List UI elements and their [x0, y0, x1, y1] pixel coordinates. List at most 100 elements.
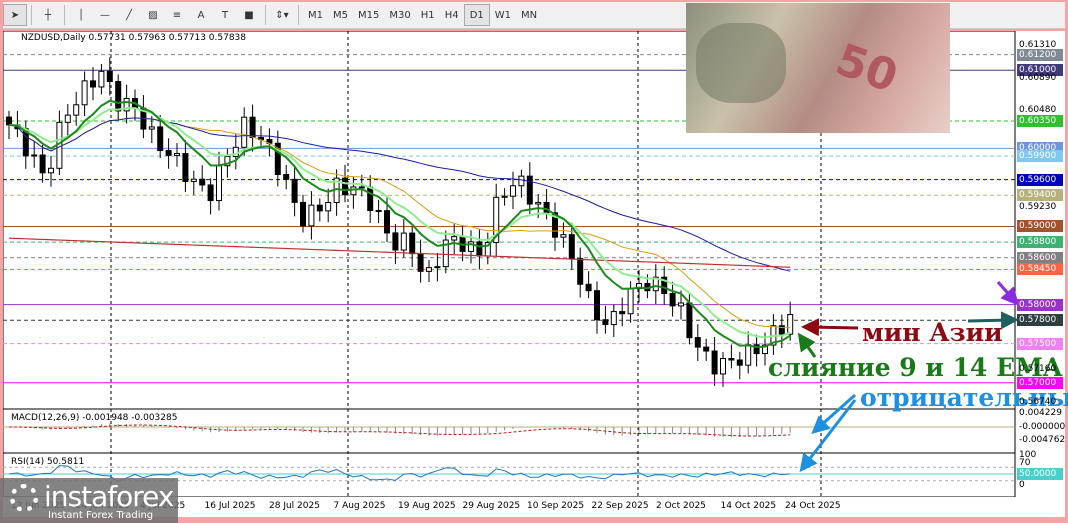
candle-body: [148, 126, 155, 130]
candle-body: [342, 177, 348, 196]
equidistant-channel-icon: ▨: [148, 9, 158, 21]
candle-body: [594, 290, 600, 321]
timeframe-mn[interactable]: MN: [516, 4, 542, 26]
fibonacci-tool-button[interactable]: ≡: [165, 4, 189, 26]
banknotes-image: 50: [686, 3, 950, 133]
date-tick: 10 Sep 2025: [527, 501, 585, 511]
candle-body: [560, 234, 567, 238]
candle-body: [325, 201, 332, 212]
arrows-icon: ⇕▾: [275, 9, 289, 21]
text-label-tool-button[interactable]: T: [213, 4, 237, 26]
price-level-tag: 0.58000: [1017, 298, 1063, 311]
candle-body: [711, 350, 718, 375]
crosshair-tool-button[interactable]: ┼: [36, 4, 60, 26]
candle-body: [627, 287, 634, 315]
date-tick: 16 Jul 2025: [204, 501, 256, 511]
candle-body: [241, 116, 248, 148]
timeframe-d1[interactable]: D1: [463, 4, 490, 26]
timeframe-m15[interactable]: M15: [353, 4, 384, 26]
price-tick: 0.61310: [1019, 40, 1057, 50]
logo-brand: instaforex: [44, 480, 174, 513]
candle-body: [350, 186, 357, 196]
price-level-tag: 0.59600: [1017, 173, 1063, 186]
date-tick: 22 Sep 2025: [591, 501, 649, 511]
candle-body: [434, 266, 441, 269]
horizontal-line-icon: —: [100, 9, 110, 21]
trendline-icon: ╱: [125, 9, 133, 21]
price-level-tag: 0.57000: [1017, 376, 1063, 389]
date-tick: 24 Oct 2025: [785, 501, 841, 511]
price-tick: 0.60890: [1019, 72, 1057, 83]
candle-body: [577, 258, 584, 285]
candle-body: [190, 178, 197, 182]
candle-body: [510, 185, 516, 197]
indicator-tick: 0: [1019, 480, 1025, 490]
timeframe-h1[interactable]: H1: [416, 4, 440, 26]
candle-body: [426, 267, 432, 272]
candle-body: [518, 175, 525, 187]
chart-window[interactable]: NZDUSD,Daily 0.57731 0.57963 0.57713 0.5…: [2, 3, 1065, 498]
logo-gear-icon: [10, 484, 38, 512]
timeframe-h4[interactable]: H4: [440, 4, 464, 26]
timeframe-m1[interactable]: M1: [303, 4, 328, 26]
trendline-tool-button[interactable]: ╱: [117, 4, 141, 26]
rsi-label: RSI(14) 50.5811: [11, 457, 85, 467]
candle-body: [367, 186, 374, 212]
candle-body: [703, 346, 710, 352]
candle-body: [409, 232, 416, 255]
indicator-tick: 0.004229: [1019, 408, 1062, 418]
indicator-tick: -0.004762: [1019, 435, 1066, 445]
timeframe-m5[interactable]: M5: [328, 4, 353, 26]
candle-body: [6, 116, 12, 126]
price-tick: 0.56740: [1019, 397, 1057, 407]
macd-label: MACD(12,26,9) -0.001948 -0.003285: [11, 413, 178, 423]
candle-body: [501, 195, 508, 198]
candle-body: [182, 152, 189, 182]
horizontal-line-tool-button[interactable]: —: [93, 4, 117, 26]
candle-body: [316, 204, 323, 212]
fibonacci-icon: ≡: [172, 9, 182, 21]
candle-body: [602, 319, 609, 326]
annotation-asia-low: мин Азии: [862, 318, 1003, 347]
timeframe-m30[interactable]: M30: [384, 4, 415, 26]
candle-body: [39, 154, 46, 174]
equidistant-channel-tool-button[interactable]: ▨: [141, 4, 165, 26]
price-level-tag: 0.60350: [1017, 114, 1063, 127]
vertical-line-tool-button[interactable]: │: [69, 4, 93, 26]
chart-header: NZDUSD,Daily 0.57731 0.57963 0.57713 0.5…: [21, 33, 247, 43]
price-tick: 0.59230: [1019, 202, 1057, 213]
candle-body: [48, 167, 54, 174]
candle-body: [720, 358, 726, 375]
candle-body: [165, 150, 172, 156]
candle-body: [417, 253, 424, 272]
rectangle-tool-button[interactable]: ■: [237, 4, 261, 26]
price-level-tag: 0.58800: [1017, 236, 1063, 249]
timeframe-w1[interactable]: W1: [490, 4, 516, 26]
cursor-tool-button[interactable]: ➤: [3, 4, 27, 26]
candle-body: [476, 241, 483, 257]
candle-body: [400, 232, 407, 251]
crosshair-icon: ┼: [44, 9, 52, 21]
price-level-tag: 0.59000: [1017, 220, 1063, 233]
ma-100-line: [8, 117, 791, 272]
candle-body: [249, 116, 256, 139]
candles: [6, 57, 794, 387]
candle-body: [31, 154, 38, 157]
candle-body: [199, 178, 206, 186]
candle-body: [81, 80, 88, 106]
price-tick: 0.57160: [1019, 364, 1057, 375]
indicator-tick: -0.000000: [1019, 422, 1066, 432]
rectangle-icon: ■: [244, 9, 254, 21]
date-tick: 28 Jul 2025: [269, 501, 320, 511]
candle-body: [678, 302, 684, 307]
candle-body: [64, 114, 71, 123]
candle-body: [90, 80, 96, 88]
candle-body: [610, 311, 617, 326]
candle-body: [568, 234, 575, 260]
arrows-tool-button[interactable]: ⇕▾: [270, 4, 294, 26]
text-tool-button[interactable]: A: [189, 4, 213, 26]
candle-body: [216, 165, 222, 202]
price-tick: 0.60480: [1019, 104, 1057, 115]
date-tick: 29 Aug 2025: [462, 501, 521, 511]
candle-body: [585, 283, 592, 292]
